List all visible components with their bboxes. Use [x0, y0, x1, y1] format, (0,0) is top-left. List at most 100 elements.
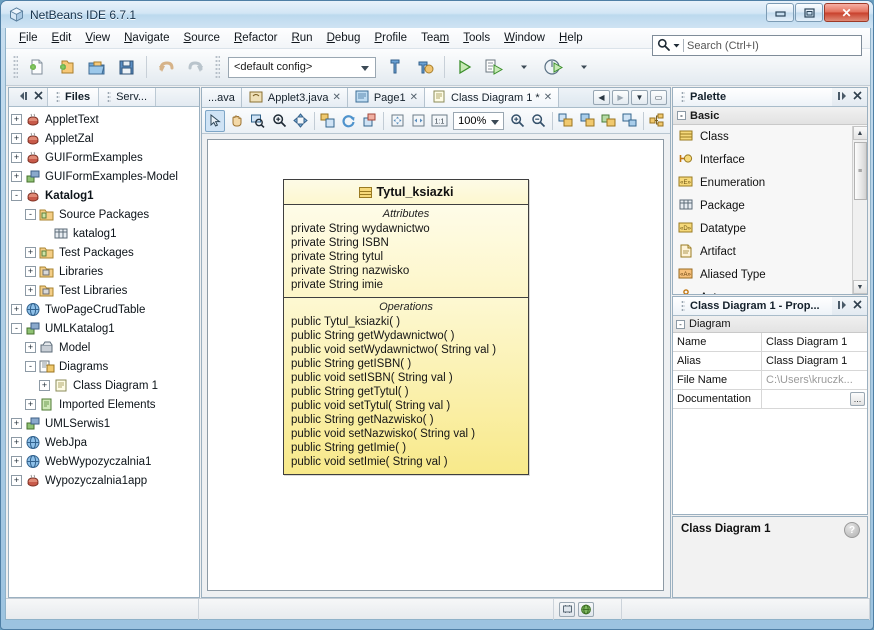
fit-diagram-icon[interactable]	[290, 110, 310, 132]
tree-item-libraries[interactable]: + Libraries	[11, 262, 199, 281]
tree-expander[interactable]: +	[11, 456, 22, 467]
menu-file[interactable]: File	[12, 30, 45, 46]
panel-grip[interactable]	[681, 300, 685, 312]
tree-expander[interactable]: +	[11, 171, 22, 182]
tree-expander[interactable]: -	[11, 323, 22, 334]
scroll-left-icon[interactable]: ◀	[593, 90, 610, 105]
toolbar-grip-2[interactable]	[215, 55, 220, 79]
close-icon[interactable]: ✕	[544, 92, 552, 103]
refresh-layout-icon[interactable]	[339, 110, 359, 132]
run-project-icon[interactable]	[450, 53, 478, 81]
menu-window[interactable]: Window	[497, 30, 552, 46]
float-window-icon[interactable]	[837, 300, 848, 313]
tree-item-katalog1[interactable]: - Katalog1	[11, 186, 199, 205]
uml-operation[interactable]: public void setImie( String val )	[284, 455, 528, 469]
tab-services[interactable]: Serv...	[99, 88, 157, 106]
property-row[interactable]: Documentation...	[673, 390, 867, 409]
palette-list[interactable]: - Basic Class Interface «E» Enumeration Pack…	[673, 107, 867, 294]
editor-tab-class-diagram-1-[interactable]: Class Diagram 1 * ✕	[425, 88, 560, 107]
tree-item-test-libraries[interactable]: + Test Libraries	[11, 281, 199, 300]
tree-item-source-packages[interactable]: - Source Packages	[11, 205, 199, 224]
tree-expander[interactable]: +	[11, 152, 22, 163]
align-icon[interactable]	[317, 110, 337, 132]
scroll-down-icon[interactable]: ▼	[852, 280, 867, 294]
close-icon[interactable]: ✕	[410, 92, 418, 103]
debug-dropdown-icon[interactable]	[510, 53, 538, 81]
diagram-tool-4-icon[interactable]	[620, 110, 640, 132]
palette-item-enumeration[interactable]: «E» Enumeration	[673, 171, 867, 194]
property-value[interactable]: Class Diagram 1	[762, 352, 867, 370]
close-icon[interactable]	[853, 300, 862, 312]
profile-dropdown-icon[interactable]	[570, 53, 598, 81]
collapse-icon[interactable]: -	[677, 111, 686, 120]
palette-item-artifact[interactable]: Artifact	[673, 240, 867, 263]
uml-operation[interactable]: public void setNazwisko( String val )	[284, 427, 528, 441]
uml-attribute[interactable]: private String ISBN	[284, 236, 528, 250]
debug-project-icon[interactable]	[480, 53, 508, 81]
menu-profile[interactable]: Profile	[367, 30, 414, 46]
uml-class-header[interactable]: Tytul_ksiazki	[284, 180, 528, 205]
tree-item-model[interactable]: + Model	[11, 338, 199, 357]
editor-tab--ava[interactable]: ...ava	[202, 88, 242, 107]
layout-icon[interactable]	[360, 110, 380, 132]
project-config-select[interactable]: <default config>	[228, 56, 376, 78]
zoom-in-icon[interactable]	[507, 110, 527, 132]
save-all-icon[interactable]	[113, 53, 141, 81]
zoom-out-icon[interactable]	[529, 110, 549, 132]
minimize-button[interactable]	[766, 3, 794, 22]
property-row[interactable]: Alias Class Diagram 1	[673, 352, 867, 371]
menu-team[interactable]: Team	[414, 30, 456, 46]
tree-item-webjpa[interactable]: + WebJpa	[11, 433, 199, 452]
menu-debug[interactable]: Debug	[320, 30, 368, 46]
diagram-canvas[interactable]: Tytul_ksiazki Attributes private String …	[207, 139, 664, 591]
tree-expander[interactable]: +	[11, 114, 22, 125]
uml-operation[interactable]: public void setWydawnictwo( String val )	[284, 343, 528, 357]
new-file-icon[interactable]	[23, 53, 51, 81]
tree-expander[interactable]: +	[25, 342, 36, 353]
uml-operation[interactable]: public String getImie( )	[284, 441, 528, 455]
redo-icon[interactable]	[182, 53, 210, 81]
collapse-icon[interactable]: -	[676, 319, 685, 329]
tree-expander[interactable]: +	[25, 285, 36, 296]
close-button[interactable]: ✕	[824, 3, 869, 22]
property-value[interactable]: Class Diagram 1	[762, 333, 867, 351]
scrollbar-thumb[interactable]: ≡	[853, 142, 867, 200]
menu-navigate[interactable]: Navigate	[117, 30, 176, 46]
tree-expander[interactable]: +	[25, 266, 36, 277]
palette-item-package[interactable]: Package	[673, 194, 867, 217]
close-icon[interactable]	[853, 91, 862, 103]
panel-grip[interactable]	[681, 91, 685, 103]
uml-attribute[interactable]: private String nazwisko	[284, 264, 528, 278]
maximize-icon[interactable]: ▭	[650, 90, 667, 105]
tree-item-guiformexamples[interactable]: + GUIFormExamples	[11, 148, 199, 167]
build-project-icon[interactable]	[381, 53, 409, 81]
uml-class-box[interactable]: Tytul_ksiazki Attributes private String …	[283, 179, 529, 475]
tree-expander[interactable]: -	[25, 361, 36, 372]
fit-to-window-icon[interactable]	[387, 110, 407, 132]
tree-expander[interactable]: -	[25, 209, 36, 220]
tree-item-wypozyczalnia1app[interactable]: + Wypozyczalnia1app	[11, 471, 199, 490]
zoom-level-select[interactable]: 100%	[453, 111, 505, 130]
uml-attribute[interactable]: private String imie	[284, 278, 528, 292]
palette-item-aliased-type[interactable]: «A» Aliased Type	[673, 263, 867, 286]
properties-table[interactable]: - Diagram Name Class Diagram 1 Alias Class …	[673, 316, 867, 514]
palette-item-actor[interactable]: Actor	[673, 286, 867, 294]
tree-expander[interactable]: +	[25, 247, 36, 258]
tree-item-appletzal[interactable]: + AppletZal	[11, 129, 199, 148]
diagram-tool-1-icon[interactable]	[556, 110, 576, 132]
uml-operation[interactable]: public String getNazwisko( )	[284, 413, 528, 427]
maximize-button[interactable]	[795, 3, 823, 22]
minimize-window-icon[interactable]	[18, 91, 29, 104]
tab-list-icon[interactable]: ▼	[631, 90, 648, 105]
menu-tools[interactable]: Tools	[456, 30, 497, 46]
diagram-tool-2-icon[interactable]	[577, 110, 597, 132]
property-value[interactable]: C:\Users\kruczk...	[762, 371, 867, 389]
tree-item-umlkatalog1[interactable]: - UMLKatalog1	[11, 319, 199, 338]
uml-attribute[interactable]: private String tytul	[284, 250, 528, 264]
search-input[interactable]: Search (Ctrl+I)	[687, 40, 759, 52]
tree-expander[interactable]: +	[25, 399, 36, 410]
uml-operation[interactable]: public Tytul_ksiazki( )	[284, 315, 528, 329]
tree-item-umlserwis1[interactable]: + UMLSerwis1	[11, 414, 199, 433]
tree-expander[interactable]: +	[11, 475, 22, 486]
tree-item-twopagecrudtable[interactable]: + TwoPageCrudTable	[11, 300, 199, 319]
